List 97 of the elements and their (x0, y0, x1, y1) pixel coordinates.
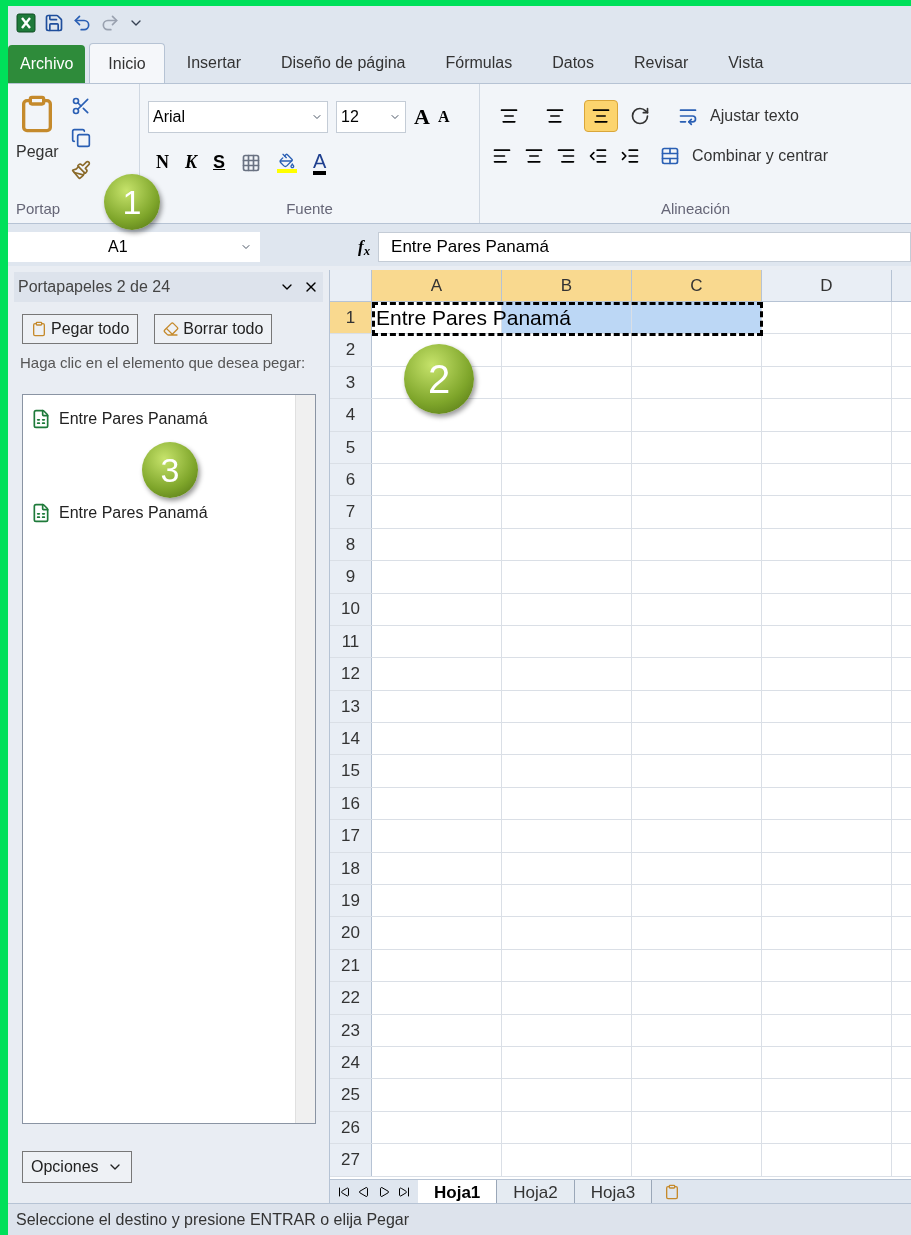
merge-icon (660, 146, 680, 166)
row-header[interactable]: 25 (330, 1079, 372, 1111)
merge-center-button[interactable]: Combinar y centrar (692, 144, 829, 168)
row-header[interactable]: 8 (330, 528, 372, 561)
row-header[interactable]: 24 (330, 1047, 372, 1079)
row-header[interactable]: 10 (330, 593, 372, 625)
row-header[interactable]: 12 (330, 658, 372, 690)
copy-icon[interactable] (70, 128, 91, 148)
group-label: Portap (16, 198, 61, 219)
align-lines-icon (499, 106, 519, 126)
column-header[interactable]: C (632, 270, 762, 301)
clipboard-icon (31, 321, 47, 337)
underline-button[interactable]: S (213, 149, 226, 176)
spreadsheet-file-icon (31, 503, 51, 523)
decrease-indent-icon[interactable] (588, 146, 608, 166)
row-header[interactable]: 6 (330, 463, 372, 496)
bold-button[interactable]: N (156, 149, 169, 176)
group-label: Fuente (286, 198, 333, 219)
cell-text: Entre Pares Panamá (376, 305, 571, 331)
clear-all-button[interactable]: Borrar todo (154, 314, 273, 344)
column-header[interactable]: A (372, 270, 502, 301)
row-header[interactable]: 9 (330, 561, 372, 593)
row-header[interactable]: 23 (330, 1014, 372, 1046)
file-tab[interactable]: Archivo (8, 45, 86, 83)
ribbon-tab[interactable]: Vista (710, 43, 782, 83)
ribbon-tab[interactable]: Inicio (89, 43, 165, 83)
row-header[interactable]: 11 (330, 625, 372, 658)
row-header[interactable]: 16 (330, 787, 372, 820)
status-text: Seleccione el destino y presione ENTRAR o elija Pegar (16, 1209, 410, 1230)
row-header[interactable]: 19 (330, 885, 372, 917)
paste-button[interactable]: Pegar (16, 92, 59, 195)
first-sheet-icon[interactable] (338, 1185, 350, 1198)
scrollbar[interactable] (295, 395, 315, 1123)
align-center-icon[interactable] (524, 146, 544, 166)
pane-title: Portapapeles 2 de 24 (18, 277, 171, 297)
vertical-align-button[interactable] (584, 100, 618, 132)
row-header[interactable]: 21 (330, 949, 372, 982)
save-icon[interactable] (44, 13, 64, 33)
font-name-field[interactable]: Arial (148, 100, 328, 133)
row-header[interactable]: 15 (330, 755, 372, 787)
spreadsheet-file-icon (31, 409, 51, 429)
row-header[interactable]: 13 (330, 690, 372, 723)
row-header[interactable]: 7 (330, 496, 372, 528)
ribbon-tab[interactable]: Diseño de página (262, 43, 424, 83)
paste-all-button[interactable]: Pegar todo (22, 314, 139, 344)
format-painter-icon[interactable] (70, 160, 91, 180)
align-right-icon[interactable] (556, 146, 576, 166)
row-header[interactable]: 4 (330, 399, 372, 431)
row-header[interactable]: 3 (330, 366, 372, 399)
column-header[interactable]: B (502, 270, 632, 301)
ribbon-tab[interactable]: Datos (534, 43, 612, 83)
font-size-field[interactable]: 12 (336, 100, 406, 133)
column-header[interactable]: D (762, 270, 892, 301)
last-sheet-icon[interactable] (398, 1185, 410, 1198)
options-button[interactable]: Opciones (22, 1151, 132, 1183)
grow-font-button[interactable]: A (414, 100, 430, 133)
increase-indent-icon[interactable] (620, 146, 640, 166)
sheet-tab[interactable]: Hoja2 (497, 1179, 575, 1204)
borders-icon[interactable] (241, 152, 262, 173)
row-header[interactable]: 18 (330, 852, 372, 885)
previous-sheet-icon[interactable] (358, 1185, 370, 1198)
cut-icon[interactable] (70, 96, 91, 116)
align-lines-icon (591, 106, 611, 126)
sheet-tab[interactable]: Hoja3 (574, 1179, 653, 1204)
shrink-font-button[interactable]: A (437, 104, 450, 129)
fill-color-icon[interactable] (277, 152, 298, 173)
orientation-icon[interactable] (630, 106, 650, 126)
align-left-icon[interactable] (492, 146, 512, 166)
group-label: Alineación (660, 198, 731, 219)
spreadsheet-logo-icon[interactable] (16, 13, 36, 33)
formula-field[interactable]: Entre Pares Panamá (378, 232, 911, 262)
align-lines-icon (545, 106, 565, 126)
row-header[interactable]: 1 (330, 302, 372, 334)
row-header[interactable]: 14 (330, 723, 372, 755)
undo-icon[interactable] (72, 13, 92, 33)
ribbon-tab[interactable]: Revisar (616, 43, 707, 83)
wrap-text-button[interactable]: Ajustar texto (710, 104, 799, 128)
ribbon-tab[interactable]: Insertar (168, 43, 259, 83)
clipboard-item[interactable]: Entre Pares Panamá (31, 501, 208, 525)
next-sheet-icon[interactable] (378, 1185, 390, 1198)
eraser-icon (163, 321, 180, 337)
row-header[interactable]: 17 (330, 820, 372, 852)
clipboard-item[interactable]: Entre Pares Panamá (31, 407, 208, 431)
pane-instruction: Haga clic en el elemento que desea pegar: (19, 353, 307, 373)
italic-button[interactable]: K (185, 149, 197, 176)
row-header[interactable]: 20 (330, 917, 372, 949)
row-header[interactable]: 27 (330, 1144, 372, 1176)
row-header[interactable]: 5 (330, 431, 372, 463)
font-color-button[interactable]: A (313, 150, 327, 175)
row-header[interactable]: 22 (330, 982, 372, 1014)
name-box[interactable]: A1 (8, 232, 260, 262)
sheet-tab[interactable]: Hoja1 (418, 1179, 498, 1204)
fx-label[interactable]: f$_{x}$ (358, 234, 371, 260)
row-header[interactable]: 26 (330, 1111, 372, 1144)
wrap-text-icon (678, 106, 698, 126)
row-header[interactable]: 2 (330, 334, 372, 366)
ribbon-tab[interactable]: Fórmulas (427, 43, 531, 83)
